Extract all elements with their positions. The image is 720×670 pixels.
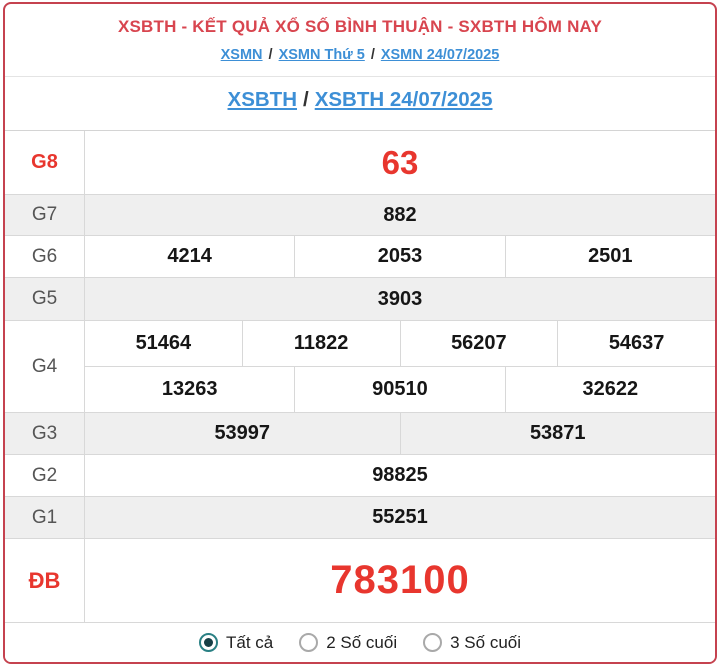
prize-row-g2: G298825 (5, 455, 715, 497)
prize-number: 54637 (557, 321, 715, 366)
prize-values: 51464118225620754637132639051032622 (85, 321, 715, 412)
radio-option-all[interactable]: Tất cả (199, 633, 273, 653)
radio-dot (304, 638, 313, 647)
results-table: G863G7882G6421420532501G53903G4514641182… (5, 130, 715, 623)
prize-number: 32622 (505, 367, 715, 412)
subtitle-link-xsbth[interactable]: XSBTH (228, 88, 297, 111)
prize-row-đb: ĐB783100 (5, 539, 715, 623)
radio-unselected-icon[interactable] (299, 633, 318, 652)
prize-number: 90510 (294, 367, 504, 412)
radio-dot (204, 638, 213, 647)
lottery-result-card: XSBTH - KẾT QUẢ XỔ SỐ BÌNH THUẬN - SXBTH… (3, 2, 717, 664)
breadcrumb-separator: / (365, 47, 381, 63)
prize-number: 53997 (85, 413, 400, 454)
prize-number: 13263 (85, 367, 294, 412)
prize-label: G6 (5, 236, 85, 277)
prize-line: 55251 (85, 497, 715, 538)
radio-option-3-last-digits[interactable]: 3 Số cuối (423, 633, 521, 653)
prize-label: G2 (5, 455, 85, 496)
breadcrumb-link-xsmn-thu5[interactable]: XSMN Thứ 5 (279, 47, 365, 63)
prize-label: G1 (5, 497, 85, 538)
prize-row-g5: G53903 (5, 278, 715, 321)
breadcrumb-link-xsmn-date[interactable]: XSMN 24/07/2025 (381, 47, 500, 63)
radio-option-label: Tất cả (226, 633, 273, 653)
prize-line: 98825 (85, 455, 715, 496)
prize-values: 63 (85, 131, 715, 194)
prize-number: 882 (85, 195, 715, 235)
prize-label: G8 (5, 131, 85, 194)
prize-values: 3903 (85, 278, 715, 320)
prize-label: G5 (5, 278, 85, 320)
display-mode-radios: Tất cả 2 Số cuối 3 Số cuối (5, 623, 715, 662)
prize-number: 4214 (85, 236, 294, 277)
prize-row-g6: G6421420532501 (5, 236, 715, 278)
prize-number: 783100 (85, 539, 715, 622)
prize-number: 51464 (85, 321, 242, 366)
prize-line: 51464118225620754637 (85, 321, 715, 366)
prize-line: 421420532501 (85, 236, 715, 277)
prize-line: 3903 (85, 278, 715, 320)
prize-number: 56207 (400, 321, 558, 366)
radio-option-label: 3 Số cuối (450, 633, 521, 653)
prize-values: 5399753871 (85, 413, 715, 454)
radio-unselected-icon[interactable] (423, 633, 442, 652)
result-header: XSBTH - KẾT QUẢ XỔ SỐ BÌNH THUẬN - SXBTH… (5, 4, 715, 130)
prize-line: 132639051032622 (85, 366, 715, 412)
subtitle-separator: / (297, 88, 315, 111)
page-title: XSBTH - KẾT QUẢ XỔ SỐ BÌNH THUẬN - SXBTH… (5, 4, 715, 37)
prize-row-g1: G155251 (5, 497, 715, 539)
breadcrumb: XSMN/XSMN Thứ 5/XSMN 24/07/2025 (5, 47, 715, 63)
radio-selected-icon[interactable] (199, 633, 218, 652)
prize-number: 63 (85, 131, 715, 194)
prize-number: 2053 (294, 236, 504, 277)
result-subtitle: XSBTH/XSBTH 24/07/2025 (5, 88, 715, 112)
prize-number: 53871 (400, 413, 716, 454)
breadcrumb-separator: / (263, 47, 279, 63)
prize-number: 98825 (85, 455, 715, 496)
header-divider (5, 76, 715, 77)
prize-row-g7: G7882 (5, 195, 715, 236)
radio-dot (428, 638, 437, 647)
prize-line: 63 (85, 131, 715, 194)
prize-label: G4 (5, 321, 85, 412)
prize-row-g3: G35399753871 (5, 413, 715, 455)
prize-label: G7 (5, 195, 85, 235)
prize-values: 421420532501 (85, 236, 715, 277)
prize-row-g4: G451464118225620754637132639051032622 (5, 321, 715, 413)
prize-number: 55251 (85, 497, 715, 538)
prize-number: 3903 (85, 278, 715, 320)
prize-number: 2501 (505, 236, 715, 277)
prize-row-g8: G863 (5, 131, 715, 195)
prize-number: 11822 (242, 321, 400, 366)
prize-label: ĐB (5, 539, 85, 622)
breadcrumb-link-xsmn[interactable]: XSMN (221, 47, 263, 63)
radio-option-label: 2 Số cuối (326, 633, 397, 653)
radio-option-2-last-digits[interactable]: 2 Số cuối (299, 633, 397, 653)
prize-line: 5399753871 (85, 413, 715, 454)
prize-line: 783100 (85, 539, 715, 622)
prize-values: 882 (85, 195, 715, 235)
subtitle-link-xsbth-date[interactable]: XSBTH 24/07/2025 (315, 88, 493, 111)
prize-values: 783100 (85, 539, 715, 622)
prize-line: 882 (85, 195, 715, 235)
prize-label: G3 (5, 413, 85, 454)
prize-values: 98825 (85, 455, 715, 496)
prize-values: 55251 (85, 497, 715, 538)
